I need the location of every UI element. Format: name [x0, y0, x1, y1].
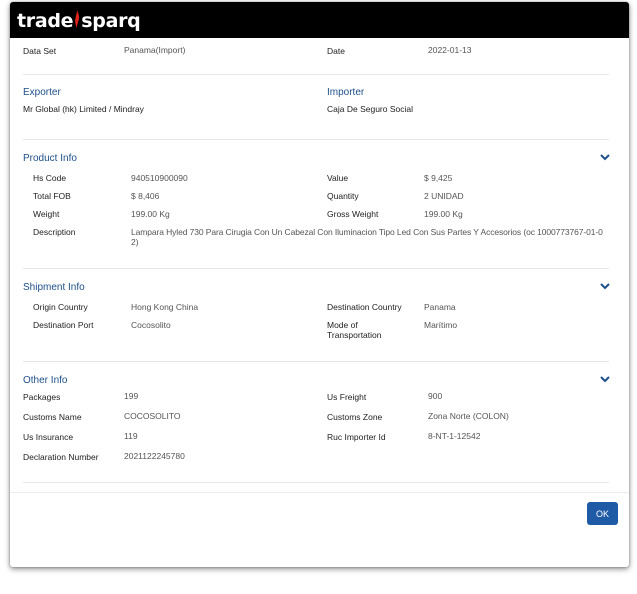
- description-value-line2: 2): [131, 237, 139, 247]
- gross-weight-label: Gross Weight: [327, 209, 379, 219]
- ok-button[interactable]: OK: [587, 502, 618, 525]
- shipment-info-title: Shipment Info: [23, 282, 85, 293]
- divider: [23, 361, 609, 362]
- origin-country-label: Origin Country: [33, 302, 88, 312]
- us-freight-value: 900: [428, 391, 443, 401]
- destination-country-value: Panama: [424, 302, 456, 312]
- divider: [23, 268, 609, 269]
- product-info-title: Product Info: [23, 153, 77, 164]
- exporter-title: Exporter: [23, 87, 61, 98]
- mode-value: Marítimo: [424, 320, 458, 330]
- value-value: $ 9,425: [424, 173, 453, 183]
- mode-label-line2: Transportation: [327, 330, 382, 340]
- declaration-number-value: 2021122245780: [124, 451, 185, 461]
- exporter-value: Mr Global (hk) Limited / Mindray: [23, 104, 144, 114]
- origin-country-value: Hong Kong China: [131, 302, 199, 312]
- customs-name-label: Customs Name: [23, 412, 82, 422]
- shipment-detail-modal: trade sparq Data Set Panama(Import) Date …: [10, 2, 629, 567]
- gross-weight-value: 199.00 Kg: [424, 209, 463, 219]
- tradesparq-logo: trade sparq: [17, 9, 141, 33]
- logo-text-sparq: sparq: [81, 10, 141, 32]
- modal-header: trade sparq: [10, 2, 629, 38]
- dataset-label: Data Set: [23, 46, 57, 56]
- mode-label-line1: Mode of: [327, 320, 358, 330]
- other-info-title: Other Info: [23, 375, 68, 386]
- packages-value: 199: [124, 391, 139, 401]
- divider: [23, 139, 609, 140]
- date-label: Date: [327, 46, 345, 56]
- divider: [23, 74, 609, 75]
- divider: [23, 482, 609, 483]
- logo-text-trade: trade: [17, 10, 74, 32]
- total-fob-label: Total FOB: [33, 191, 71, 201]
- quantity-value: 2 UNIDAD: [424, 191, 464, 201]
- chevron-down-icon[interactable]: [599, 374, 611, 384]
- us-insurance-label: Us Insurance: [23, 432, 74, 442]
- quantity-label: Quantity: [327, 191, 359, 201]
- customs-name-value: COCOSOLITO: [124, 411, 181, 421]
- description-value-line1: Lampara Hyled 730 Para Cirugia Con Un Ca…: [131, 227, 603, 237]
- value-label: Value: [327, 173, 349, 183]
- flame-icon: [75, 10, 80, 28]
- weight-label: Weight: [33, 209, 60, 219]
- importer-title: Importer: [327, 87, 365, 98]
- chevron-down-icon[interactable]: [599, 152, 611, 162]
- hs-code-label: Hs Code: [33, 173, 67, 183]
- destination-port-value: Cocosolito: [131, 320, 171, 330]
- weight-value: 199.00 Kg: [131, 209, 170, 219]
- us-insurance-value: 119: [124, 431, 138, 441]
- destination-country-label: Destination Country: [327, 302, 402, 312]
- packages-label: Packages: [23, 392, 61, 402]
- footer-divider: [10, 492, 629, 493]
- customs-zone-value: Zona Norte (COLON): [428, 411, 509, 421]
- declaration-number-label: Declaration Number: [23, 452, 99, 462]
- dataset-value: Panama(Import): [124, 45, 186, 55]
- chevron-down-icon[interactable]: [599, 281, 611, 291]
- ruc-importer-id-label: Ruc Importer Id: [327, 432, 386, 442]
- destination-port-label: Destination Port: [33, 320, 94, 330]
- us-freight-label: Us Freight: [327, 392, 367, 402]
- ruc-importer-id-value: 8-NT-1-12542: [428, 431, 481, 441]
- hs-code-value: 940510900090: [131, 173, 188, 183]
- customs-zone-label: Customs Zone: [327, 412, 383, 422]
- total-fob-value: $ 8,406: [131, 191, 160, 201]
- importer-value: Caja De Seguro Social: [327, 104, 413, 114]
- date-value: 2022-01-13: [428, 45, 472, 55]
- description-label: Description: [33, 227, 76, 237]
